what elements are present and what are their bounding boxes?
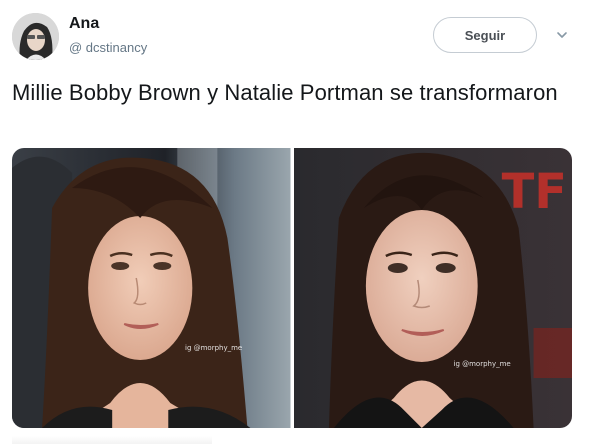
chevron-down-icon[interactable] [555, 28, 569, 42]
follow-button[interactable]: Seguir [433, 17, 537, 53]
photo-right-image: TF [293, 148, 572, 428]
media-gallery: ig @morphy_me TF ig @morphy_me [12, 148, 572, 428]
tweet-text: Millie Bobby Brown y Natalie Portman se … [12, 80, 558, 105]
photo-right[interactable]: TF ig @morphy_me [293, 148, 572, 428]
avatar[interactable] [12, 13, 59, 60]
author-name[interactable]: Ana [69, 15, 99, 33]
avatar-image [12, 13, 59, 60]
photo-left[interactable]: ig @morphy_me [12, 148, 291, 428]
photo-watermark: ig @morphy_me [185, 344, 243, 352]
photo-watermark: ig @morphy_me [453, 360, 511, 368]
author-handle[interactable]: @ dcstinancy [69, 40, 147, 55]
photo-left-image [12, 148, 291, 428]
tweet-footer-fade [12, 436, 212, 444]
